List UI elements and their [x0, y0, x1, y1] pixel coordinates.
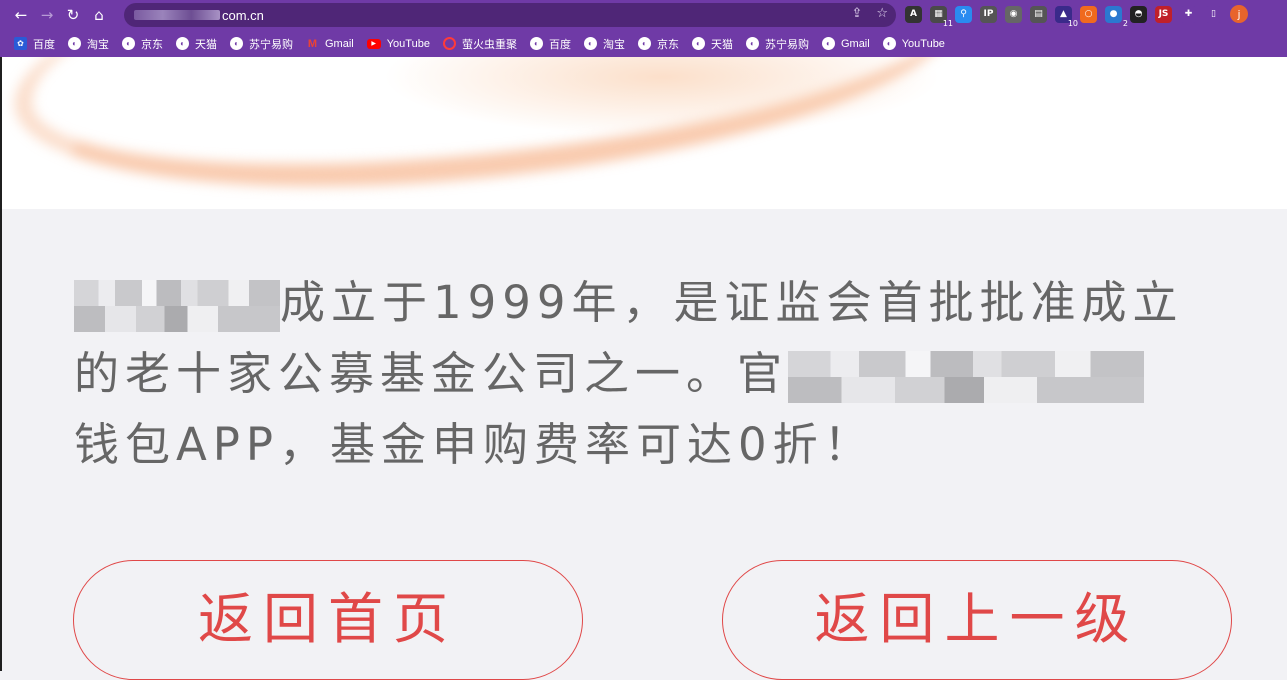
bookmark-item[interactable]: ◐ 天猫 [691, 36, 733, 52]
bookmark-label: 天猫 [195, 38, 217, 51]
gmail-icon: M [307, 37, 318, 50]
intro-text-part2: 钱包APP，基金申购费率可达0折！ [74, 418, 875, 471]
bookmark-item[interactable]: M Gmail [306, 37, 354, 50]
address-bar[interactable]: com.cn ⇪ ☆ [124, 3, 896, 27]
baidu-icon: ✿ [14, 37, 27, 50]
reload-button[interactable]: ↻ [60, 2, 86, 28]
globe-icon: ◐ [122, 37, 135, 50]
bookmark-label: 淘宝 [602, 38, 625, 51]
bookmark-label: 京东 [656, 38, 679, 51]
side-panel-icon[interactable]: ▯ [1205, 5, 1222, 23]
bookmark-item[interactable]: ◐ 苏宁易购 [745, 36, 809, 52]
bookmark-item[interactable]: ◐ 淘宝 [68, 36, 109, 52]
forward-button[interactable]: → [34, 2, 60, 28]
ext-circle-icon[interactable]: ◉ [1005, 5, 1022, 23]
bookmarks-bar: ✿ 百度 ◐ 淘宝 ◐ 京东 ◐ 天猫 ◐ 苏宁易购 M Gmail ▶ YouTube 萤火虫重聚 ◐ 百度 ◐… [0, 30, 1287, 57]
bookmark-item[interactable]: ✿ 百度 [14, 36, 55, 52]
bookmark-label: 天猫 [710, 38, 733, 51]
bookmark-label: Gmail [840, 37, 870, 50]
back-button[interactable]: ← [8, 2, 34, 28]
star-icon[interactable]: ☆ [876, 6, 888, 21]
ext-a-icon[interactable]: A [905, 5, 922, 23]
bookmark-label: YouTube [386, 37, 430, 50]
bookmark-label: 苏宁易购 [249, 38, 293, 51]
firefly-icon [442, 37, 456, 50]
bookmark-label: 苏宁易购 [764, 38, 809, 51]
page-content: 成立于1999年，是证监会首批批准成立的老十家公募基金公司之一。官 钱包APP，… [0, 57, 1287, 680]
youtube-icon: ▶ [366, 38, 381, 49]
profile-avatar[interactable]: j [1230, 5, 1248, 23]
bookmark-item[interactable]: ◐ Gmail [821, 37, 870, 50]
url-text: com.cn [222, 7, 264, 23]
bookmark-item[interactable]: ◐ 百度 [529, 36, 571, 52]
bookmark-item[interactable]: ◐ 京东 [122, 36, 163, 52]
back-to-home-button[interactable]: 返回首页 [73, 560, 583, 680]
ext-pin-icon[interactable]: ⚲ [955, 5, 972, 23]
bookmark-item[interactable]: ◐ 苏宁易购 [230, 36, 293, 52]
ext-globe-icon[interactable]: ● 2 [1105, 5, 1128, 28]
ext-js-icon[interactable]: JS [1155, 5, 1172, 23]
hero-banner [2, 57, 1287, 209]
share-icon[interactable]: ⇪ [851, 6, 862, 21]
bookmark-item[interactable]: ◐ YouTube [882, 37, 945, 50]
globe-icon: ◐ [529, 37, 543, 50]
extensions-puzzle-icon[interactable]: ✚ [1180, 5, 1197, 23]
globe-icon: ◐ [176, 37, 189, 50]
bookmark-label: 淘宝 [87, 38, 109, 51]
bookmark-label: Gmail [325, 37, 354, 50]
bookmark-item[interactable]: ◐ 淘宝 [583, 36, 625, 52]
redacted-company-name [74, 280, 280, 332]
bookmark-item[interactable]: ▶ YouTube [366, 37, 430, 50]
redacted-app-name [788, 351, 1145, 403]
bookmark-label: 萤火虫重聚 [461, 38, 517, 51]
bookmark-label: 百度 [33, 38, 55, 51]
bookmark-label: 京东 [141, 38, 163, 51]
globe-icon: ◐ [821, 37, 835, 50]
bookmark-label: YouTube [901, 37, 945, 50]
extension-badge: 10 [1067, 18, 1078, 28]
ext-ip-icon[interactable]: IP [980, 5, 997, 23]
intro-text: 成立于1999年，是证监会首批批准成立的老十家公募基金公司之一。官 钱包APP，… [74, 267, 1224, 480]
globe-icon: ◐ [68, 37, 81, 50]
ext-hat-icon[interactable]: ▲ 10 [1055, 5, 1078, 28]
browser-toolbar: ← → ↻ ⌂ com.cn ⇪ ☆ A ▦ 11 ⚲ IP ◉ ▤ ▲ 10 ○ ● 2 ◓ JS ✚ ▯ j [0, 0, 1287, 30]
ext-reader-icon[interactable]: ▤ [1030, 5, 1047, 23]
globe-icon: ◐ [882, 37, 896, 50]
bookmark-item[interactable]: ◐ 天猫 [176, 36, 217, 52]
home-button[interactable]: ⌂ [86, 2, 112, 28]
back-to-previous-button[interactable]: 返回上一级 [722, 560, 1232, 680]
bookmark-label: 百度 [548, 38, 571, 51]
url-redacted [134, 10, 220, 20]
globe-icon: ◐ [583, 37, 597, 50]
extension-badge: 11 [942, 18, 953, 28]
ext-qr-icon[interactable]: ▦ 11 [930, 5, 953, 28]
bookmark-item[interactable]: 萤火虫重聚 [442, 36, 517, 52]
globe-icon: ◐ [745, 37, 759, 50]
extensions-bar: A ▦ 11 ⚲ IP ◉ ▤ ▲ 10 ○ ● 2 ◓ JS ✚ ▯ j [905, 5, 1248, 28]
ext-ring-icon[interactable]: ○ [1080, 5, 1097, 23]
bookmark-item[interactable]: ◐ 京东 [637, 36, 679, 52]
globe-icon: ◐ [230, 37, 243, 50]
globe-icon: ◐ [637, 37, 651, 50]
extension-badge: 2 [1122, 18, 1128, 28]
globe-icon: ◐ [691, 37, 705, 50]
ext-spy-icon[interactable]: ◓ [1130, 5, 1147, 23]
